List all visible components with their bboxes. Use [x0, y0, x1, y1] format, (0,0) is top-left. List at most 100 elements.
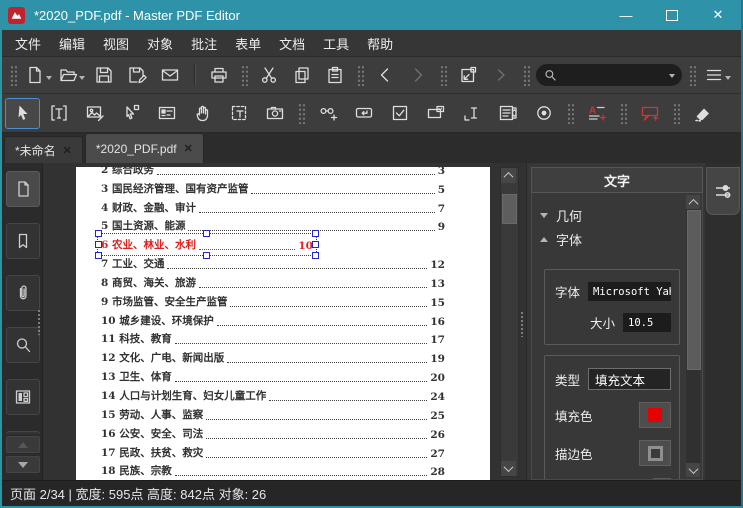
section-geometry[interactable]: 几何 [540, 203, 680, 227]
dropdown-caret-icon[interactable] [45, 75, 52, 83]
font-family-input[interactable]: Microsoft YaHei [588, 282, 671, 301]
toc-row[interactable]: 4 财政、金融、审计 7 [101, 198, 445, 217]
checkbox-field-tool-button[interactable] [383, 99, 416, 128]
sidebar-search-document-button[interactable] [6, 327, 40, 363]
selection-handle-br[interactable] [312, 252, 319, 260]
edit-image-tool-button[interactable] [78, 99, 111, 128]
line-width-dropdown-button[interactable] [653, 478, 671, 479]
menu-item-object[interactable]: 对象 [138, 30, 182, 56]
panel-scrollbar-thumb[interactable] [687, 210, 701, 370]
search-input[interactable] [562, 67, 668, 83]
listbox-field-tool-button[interactable] [491, 99, 524, 128]
sidebar-page-thumbnails-button[interactable] [6, 171, 40, 207]
menu-item-file[interactable]: 文件 [6, 30, 50, 56]
toc-row[interactable]: 8 商贸、海关、旅游 13 [101, 273, 445, 292]
toolbar-drag-handle[interactable] [9, 64, 17, 86]
search-dropdown-caret[interactable] [669, 73, 675, 81]
snapshot-tool-button[interactable] [258, 99, 291, 128]
toolbar-drag-handle[interactable] [566, 102, 574, 124]
main-menu-button[interactable] [702, 62, 732, 88]
tab-close-icon[interactable]: ✕ [63, 144, 72, 157]
fill-color-button[interactable] [639, 402, 671, 428]
close-button[interactable]: ✕ [695, 0, 741, 30]
toolbar-drag-handle[interactable] [240, 64, 248, 86]
toolbar-drag-handle[interactable] [439, 64, 447, 86]
toolbar-drag-handle[interactable] [297, 102, 305, 124]
sidebar-layers-button[interactable] [6, 379, 40, 415]
selection-handle-tr[interactable] [312, 230, 319, 238]
toc-row[interactable]: 14 人口与计划生育、妇女儿童工作 24 [101, 386, 445, 405]
toc-row[interactable]: 12 文化、广电、新闻出版 19 [101, 348, 445, 367]
menu-item-comment[interactable]: 批注 [182, 30, 226, 56]
combobox-field-tool-button[interactable] [419, 99, 452, 128]
tab-untitled[interactable]: *未命名 ✕ [4, 136, 83, 163]
selection-handle-ml[interactable] [95, 240, 102, 248]
toc-row[interactable]: 17 民政、扶贫、救灾 27 [101, 443, 445, 462]
new-document-button[interactable] [23, 62, 53, 88]
maximize-button[interactable] [649, 0, 695, 30]
copy-button[interactable] [287, 62, 317, 88]
toc-row[interactable]: 13 卫生、体育 20 [101, 367, 445, 386]
dropdown-caret-icon[interactable] [724, 75, 731, 83]
edit-text-tool-button[interactable] [42, 99, 75, 128]
text-field-tool-button[interactable] [455, 99, 488, 128]
font-size-input[interactable]: 10.5 [623, 313, 671, 332]
toc-row[interactable]: 3 国民经济管理、国有资产监管 5 [101, 179, 445, 198]
toolbar-drag-handle[interactable] [522, 64, 530, 86]
selection-handle-bl[interactable] [95, 252, 102, 260]
panel-scrollbar[interactable] [686, 195, 701, 477]
tab-2020-pdf[interactable]: *2020_PDF.pdf ✕ [84, 133, 204, 163]
sidebar-bookmarks-button[interactable] [6, 223, 40, 259]
toolbar-drag-handle[interactable] [356, 64, 364, 86]
pdf-page[interactable]: 2 综合政务 3 3 国民经济管理、国有资产监管 5 4 财政、金融、审计 7 5 国土资源… [76, 167, 490, 480]
cut-button[interactable] [254, 62, 284, 88]
section-font[interactable]: 字体 [540, 227, 680, 251]
menu-item-document[interactable]: 文档 [270, 30, 314, 56]
toc-row[interactable]: 11 科技、教育 17 [101, 330, 445, 349]
previous-view-button[interactable] [370, 62, 400, 88]
edit-forms-tool-button[interactable] [150, 99, 183, 128]
document-scrollbar[interactable] [500, 167, 519, 477]
menu-item-edit[interactable]: 编辑 [50, 30, 94, 56]
print-button[interactable] [204, 62, 234, 88]
toc-row[interactable]: 2 综合政务 3 [101, 167, 445, 179]
type-select[interactable]: 填充文本 [588, 368, 671, 390]
link-tool-button[interactable] [311, 99, 344, 128]
stroke-color-button[interactable] [639, 440, 671, 466]
search-box[interactable] [536, 64, 682, 86]
edit-path-tool-button[interactable] [114, 99, 147, 128]
select-tool-button[interactable] [5, 97, 40, 129]
fit-selection-button[interactable] [453, 62, 483, 88]
radiobutton-field-tool-button[interactable] [527, 99, 560, 128]
selected-text-object[interactable]: 6 农业、林业、水利 10 [95, 230, 319, 260]
tab-close-icon[interactable]: ✕ [184, 142, 193, 155]
toc-row[interactable]: 18 民族、宗教 28 [101, 462, 445, 481]
scrollbar-up-button[interactable] [501, 168, 516, 183]
open-file-button[interactable] [56, 62, 86, 88]
panel-splitter-handle[interactable] [520, 311, 525, 337]
toolbar-drag-handle[interactable] [688, 64, 696, 86]
selection-handle-tl[interactable] [95, 230, 102, 238]
selection-handle-bc[interactable] [203, 252, 210, 260]
save-as-button[interactable] [122, 62, 152, 88]
toc-row[interactable]: 7 工业、交通 12 [101, 254, 445, 273]
properties-panel-tab[interactable] [706, 167, 740, 215]
send-email-button[interactable] [155, 62, 185, 88]
sidebar-splitter-handle[interactable] [37, 309, 42, 335]
callout-annotation-tool-button[interactable] [633, 99, 666, 128]
panel-scroll-up-button[interactable] [686, 195, 700, 209]
paste-button[interactable] [320, 62, 350, 88]
hand-tool-button[interactable] [186, 99, 219, 128]
menu-item-tools[interactable]: 工具 [314, 30, 358, 56]
toolbar-drag-handle[interactable] [619, 102, 627, 124]
menu-item-help[interactable]: 帮助 [358, 30, 402, 56]
select-region-tool-button[interactable] [222, 99, 255, 128]
dropdown-caret-icon[interactable] [78, 75, 85, 83]
toc-row[interactable]: 6 农业、林业、水利 10 [95, 230, 445, 260]
button-field-tool-button[interactable] [347, 99, 380, 128]
menu-item-forms[interactable]: 表单 [226, 30, 270, 56]
selection-handle-tc[interactable] [203, 230, 210, 238]
toolbar-drag-handle[interactable] [672, 102, 680, 124]
scrollbar-down-button[interactable] [501, 461, 516, 476]
minimize-button[interactable]: — [603, 0, 649, 30]
